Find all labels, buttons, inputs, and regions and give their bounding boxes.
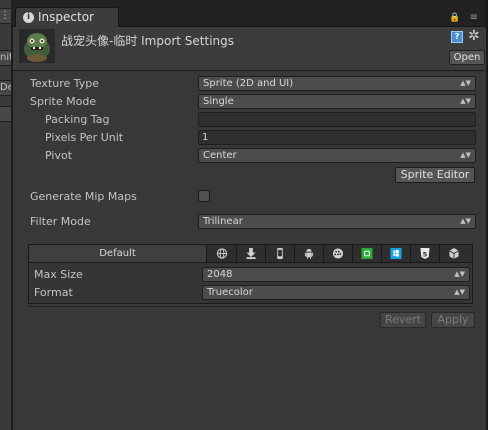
platform-settings-box: Max Size 2048 ▲▼ Format Truecolor ▲▼ bbox=[28, 263, 473, 304]
filter-mode-value: Trilinear bbox=[203, 216, 243, 227]
format-dropdown[interactable]: Truecolor ▲▼ bbox=[202, 285, 470, 300]
html5-icon: 5 bbox=[420, 248, 430, 259]
filter-mode-label: Filter Mode bbox=[30, 215, 91, 228]
texture-type-dropdown[interactable]: Sprite (2D and UI) ▲▼ bbox=[198, 76, 476, 91]
packing-tag-row: Packing Tag bbox=[13, 112, 487, 128]
sprite-mode-value: Single bbox=[203, 96, 234, 107]
generate-mip-maps-label: Generate Mip Maps bbox=[30, 190, 137, 203]
format-label: Format bbox=[34, 286, 73, 299]
left-panel-button-2[interactable]: De bbox=[0, 80, 12, 96]
generate-mip-maps-checkbox[interactable] bbox=[198, 190, 210, 202]
left-panel-button-1[interactable]: nit bbox=[0, 50, 12, 66]
platform-tab-windows-store[interactable] bbox=[353, 245, 382, 262]
platform-tab-webgl[interactable] bbox=[440, 245, 469, 262]
texture-type-label: Texture Type bbox=[30, 77, 100, 90]
packing-tag-label: Packing Tag bbox=[45, 113, 110, 126]
iphone-icon bbox=[277, 248, 283, 259]
dropdown-arrow-icon: ▲▼ bbox=[460, 151, 471, 159]
left-panel-menu[interactable]: ⋮≡ bbox=[0, 8, 12, 24]
platform-tab-blackberry[interactable] bbox=[324, 245, 353, 262]
lock-icon[interactable]: 🔒 bbox=[449, 13, 460, 23]
tab-icons: 🔒 ≡ bbox=[443, 12, 478, 23]
max-size-label: Max Size bbox=[34, 268, 83, 281]
max-size-dropdown[interactable]: 2048 ▲▼ bbox=[202, 267, 470, 282]
platform-tab-html5[interactable]: 5 bbox=[411, 245, 440, 262]
import-settings-header: 战宠头像-临时 Import Settings ? ✲ Open bbox=[13, 27, 487, 71]
max-size-row: Max Size 2048 ▲▼ bbox=[29, 267, 474, 283]
pivot-value: Center bbox=[203, 150, 237, 161]
windows-phone-icon bbox=[390, 248, 402, 259]
dropdown-arrow-icon: ▲▼ bbox=[460, 217, 471, 225]
max-size-value: 2048 bbox=[207, 269, 233, 280]
dropdown-arrow-icon: ▲▼ bbox=[454, 270, 465, 278]
header-icons: ? ✲ bbox=[451, 28, 483, 44]
tab-inspector-label: Inspector bbox=[38, 10, 94, 24]
pixels-per-unit-row: Pixels Per Unit 1 bbox=[13, 130, 487, 146]
left-panel-button-3[interactable] bbox=[0, 106, 12, 122]
texture-thumbnail-icon bbox=[19, 29, 55, 63]
left-panel-strip: ⋮≡ nit De bbox=[0, 0, 12, 430]
dropdown-arrow-icon: ▲▼ bbox=[460, 97, 471, 105]
platform-tab-ios[interactable] bbox=[266, 245, 295, 262]
platform-tab-windows-phone[interactable] bbox=[382, 245, 411, 262]
pixels-per-unit-label: Pixels Per Unit bbox=[45, 131, 124, 144]
gear-icon[interactable]: ✲ bbox=[468, 28, 480, 44]
svg-text:5: 5 bbox=[423, 250, 428, 258]
info-icon: i bbox=[23, 12, 34, 23]
divider bbox=[28, 306, 473, 307]
pivot-label: Pivot bbox=[45, 149, 73, 162]
platform-tab-standalone[interactable] bbox=[237, 245, 266, 262]
generate-mip-maps-row: Generate Mip Maps bbox=[13, 189, 487, 205]
filter-mode-row: Filter Mode Trilinear ▲▼ bbox=[13, 214, 487, 230]
platform-tab-android[interactable] bbox=[295, 245, 324, 262]
sprite-mode-label: Sprite Mode bbox=[30, 95, 97, 108]
blackberry-icon bbox=[332, 248, 344, 259]
format-value: Truecolor bbox=[207, 287, 253, 298]
tab-inspector[interactable]: i Inspector bbox=[15, 7, 119, 28]
web-globe-icon bbox=[216, 248, 228, 259]
apply-button[interactable]: Apply bbox=[431, 312, 475, 328]
texture-type-row: Texture Type Sprite (2D and UI) ▲▼ bbox=[13, 76, 487, 92]
sprite-mode-row: Sprite Mode Single ▲▼ bbox=[13, 94, 487, 110]
import-settings-title: 战宠头像-临时 Import Settings bbox=[61, 34, 235, 48]
revert-button[interactable]: Revert bbox=[380, 312, 426, 328]
texture-type-value: Sprite (2D and UI) bbox=[203, 78, 294, 89]
pivot-row: Pivot Center ▲▼ bbox=[13, 148, 487, 164]
platform-tabs: Default 5 bbox=[28, 244, 473, 263]
help-book-icon[interactable]: ? bbox=[451, 31, 463, 43]
tab-default-platform[interactable]: Default bbox=[29, 245, 207, 262]
webgl-cube-icon bbox=[449, 248, 459, 259]
android-icon bbox=[304, 248, 314, 259]
sprite-mode-dropdown[interactable]: Single ▲▼ bbox=[198, 94, 476, 109]
tab-bar: i Inspector 🔒 ≡ bbox=[12, 0, 488, 28]
sprite-editor-button[interactable]: Sprite Editor bbox=[395, 167, 475, 183]
filter-mode-dropdown[interactable]: Trilinear ▲▼ bbox=[198, 214, 476, 229]
pivot-dropdown[interactable]: Center ▲▼ bbox=[198, 148, 476, 163]
format-row: Format Truecolor ▲▼ bbox=[29, 285, 474, 301]
open-button[interactable]: Open bbox=[449, 50, 485, 65]
pixels-per-unit-input[interactable]: 1 bbox=[198, 130, 476, 145]
packing-tag-input[interactable] bbox=[198, 112, 476, 127]
download-standalone-icon bbox=[246, 248, 256, 259]
panel-menu-icon[interactable]: ≡ bbox=[470, 12, 478, 23]
dropdown-arrow-icon: ▲▼ bbox=[460, 79, 471, 87]
platform-tab-web[interactable] bbox=[208, 245, 237, 262]
inspector-panel: 战宠头像-临时 Import Settings ? ✲ Open Texture… bbox=[12, 27, 487, 430]
windows-store-icon bbox=[361, 248, 373, 259]
dropdown-arrow-icon: ▲▼ bbox=[454, 288, 465, 296]
